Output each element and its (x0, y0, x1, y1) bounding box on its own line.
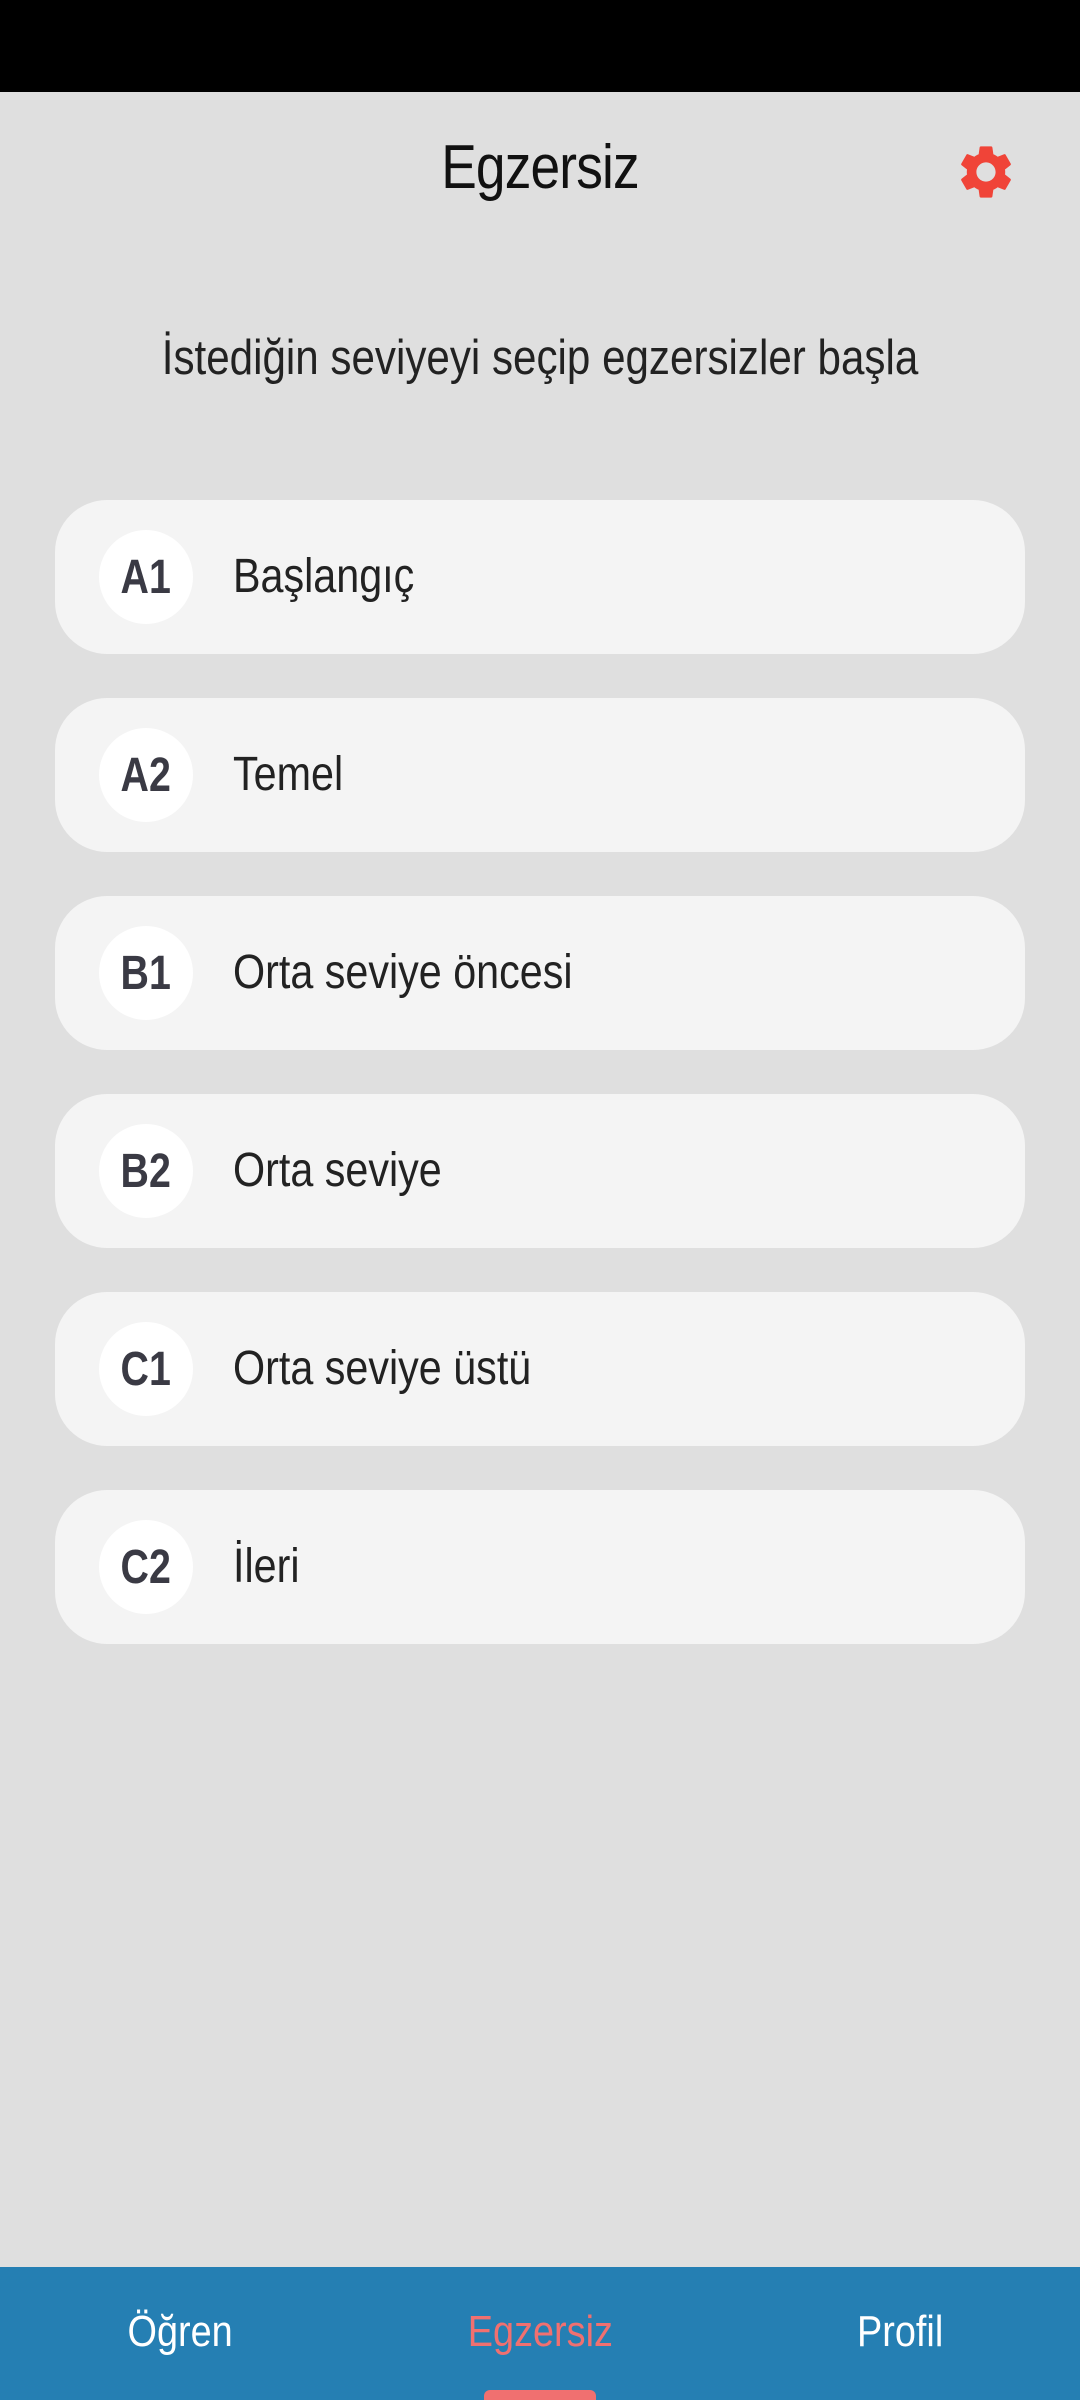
status-bar (0, 0, 1080, 92)
level-badge: B2 (99, 1124, 193, 1218)
level-name: Temel (233, 748, 344, 801)
level-badge: C1 (99, 1322, 193, 1416)
level-badge: A1 (99, 530, 193, 624)
level-list: A1 Başlangıç A2 Temel B1 Orta seviye önc… (55, 500, 1025, 1688)
level-card-b1[interactable]: B1 Orta seviye öncesi (55, 896, 1025, 1050)
nav-tab-egzersiz[interactable]: Egzersiz (360, 2267, 720, 2397)
active-tab-indicator (484, 2390, 596, 2400)
level-code: B2 (120, 1144, 172, 1198)
level-card-a1[interactable]: A1 Başlangıç (55, 500, 1025, 654)
gear-icon (961, 146, 1011, 198)
level-code: A1 (120, 550, 172, 604)
level-code: B1 (120, 946, 172, 1000)
level-name: İleri (233, 1540, 300, 1593)
level-code: C1 (120, 1342, 172, 1396)
level-card-b2[interactable]: B2 Orta seviye (55, 1094, 1025, 1248)
level-card-a2[interactable]: A2 Temel (55, 698, 1025, 852)
level-badge: B1 (99, 926, 193, 1020)
settings-button[interactable] (950, 136, 1022, 208)
level-name: Başlangıç (233, 550, 415, 603)
bottom-nav: Öğren Egzersiz Profil (0, 2267, 1080, 2400)
nav-tab-profil[interactable]: Profil (720, 2267, 1080, 2397)
level-badge: C2 (99, 1520, 193, 1614)
level-card-c2[interactable]: C2 İleri (55, 1490, 1025, 1644)
instruction-text: İstediğin seviyeyi seçip egzersizler baş… (161, 331, 919, 385)
level-code: C2 (120, 1540, 172, 1594)
header: Egzersiz (0, 92, 1080, 257)
level-name: Orta seviye öncesi (233, 946, 573, 999)
level-name: Orta seviye (233, 1144, 442, 1197)
nav-tab-label: Profil (856, 2307, 944, 2356)
nav-tab-label: Öğren (127, 2307, 233, 2356)
level-badge: A2 (99, 728, 193, 822)
nav-tab-ogren[interactable]: Öğren (0, 2267, 360, 2397)
level-code: A2 (120, 748, 172, 802)
level-name: Orta seviye üstü (233, 1342, 532, 1395)
level-card-c1[interactable]: C1 Orta seviye üstü (55, 1292, 1025, 1446)
page-title: Egzersiz (441, 133, 639, 202)
nav-tab-label: Egzersiz (467, 2307, 613, 2356)
